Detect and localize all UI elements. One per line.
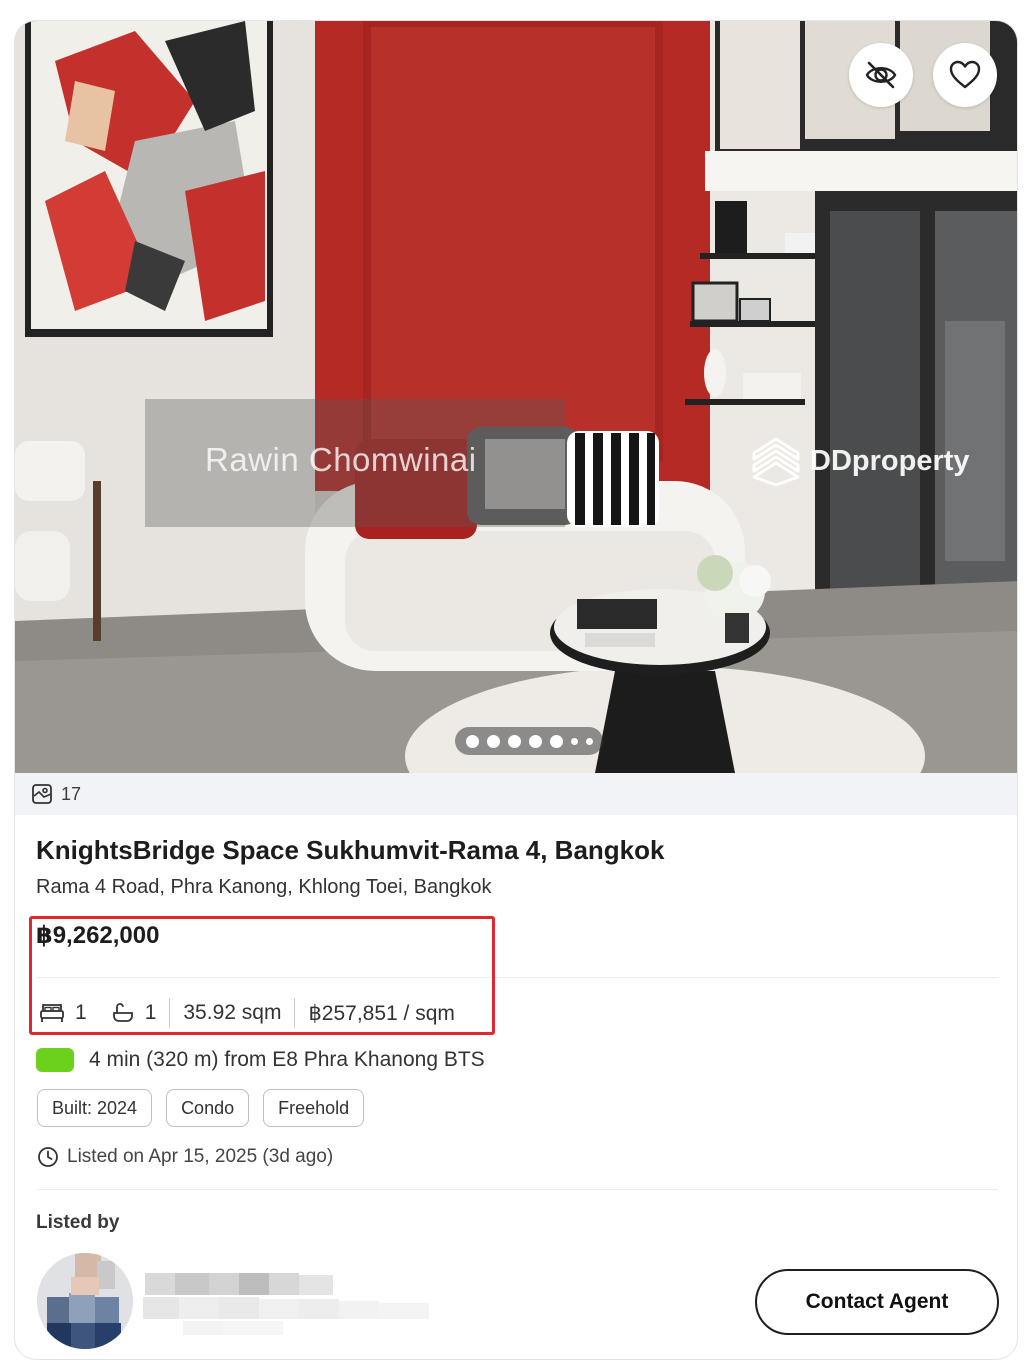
- listed-date: Listed on Apr 15, 2025 (3d ago): [37, 1143, 333, 1171]
- tag-built-year: Built: 2024: [37, 1089, 153, 1127]
- contact-agent-button[interactable]: Contact Agent: [755, 1269, 999, 1335]
- eye-off-icon: [865, 61, 897, 89]
- listing-photo[interactable]: Rawin Chomwinai DDproperty: [15, 21, 1017, 773]
- listing-card[interactable]: Rawin Chomwinai DDproperty 17 KnightsBri…: [14, 20, 1018, 1360]
- clock-icon: [38, 1147, 58, 1167]
- listed-by-label: Listed by: [36, 1212, 120, 1233]
- watermark-brand: DDproperty: [810, 444, 970, 477]
- photo-count-value: 17: [61, 783, 82, 804]
- section-divider: [36, 1189, 998, 1190]
- room-photo: [15, 21, 1017, 773]
- watermark-logo: DDproperty: [750, 435, 970, 487]
- blurred-avatar-image: [37, 1253, 133, 1349]
- carousel-dot[interactable]: [486, 734, 500, 748]
- photo-watermark: Rawin Chomwinai DDproperty: [145, 399, 985, 527]
- listed-date-text: Listed on Apr 15, 2025 (3d ago): [67, 1146, 334, 1167]
- carousel-dot[interactable]: [528, 734, 542, 748]
- transit-info: 4 min (320 m) from E8 Phra Khanong BTS: [36, 1045, 485, 1075]
- blurred-agent-name: [143, 1273, 433, 1343]
- listing-address: Rama 4 Road, Phra Kanong, Khlong Toei, B…: [36, 876, 492, 898]
- ddproperty-logo-icon: [752, 437, 800, 487]
- carousel-dots[interactable]: [455, 727, 603, 755]
- tag-tenure: Freehold: [263, 1089, 365, 1127]
- photo-count: 17: [15, 773, 1017, 815]
- bts-line-badge: [36, 1048, 74, 1072]
- listing-tags: Built: 2024 Condo Freehold: [37, 1089, 365, 1127]
- tag-property-type: Condo: [166, 1089, 250, 1127]
- heart-icon: [949, 60, 981, 89]
- favorite-button[interactable]: [933, 43, 997, 107]
- agent-avatar[interactable]: [37, 1253, 133, 1349]
- transit-text: 4 min (320 m) from E8 Phra Khanong BTS: [89, 1048, 485, 1071]
- watermark-agent-name: Rawin Chomwinai: [205, 441, 477, 478]
- carousel-dot[interactable]: [507, 734, 521, 748]
- carousel-dot[interactable]: [549, 734, 563, 748]
- hide-listing-button[interactable]: [849, 43, 913, 107]
- carousel-dot[interactable]: [585, 737, 593, 745]
- carousel-dot[interactable]: [570, 737, 578, 745]
- gallery-icon: [32, 784, 52, 804]
- price-highlight-box: [29, 916, 495, 1035]
- carousel-dot[interactable]: [465, 734, 479, 748]
- listing-title[interactable]: KnightsBridge Space Sukhumvit-Rama 4, Ba…: [36, 835, 664, 866]
